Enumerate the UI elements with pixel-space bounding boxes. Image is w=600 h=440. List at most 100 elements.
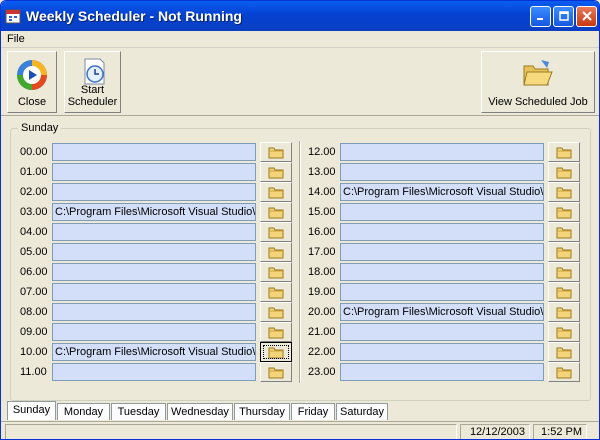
time-slot-path-field[interactable]: C:\Program Files\Microsoft Visual Studio… xyxy=(340,303,544,321)
browse-button[interactable] xyxy=(548,202,580,222)
browse-button[interactable] xyxy=(260,222,292,242)
minimize-icon xyxy=(536,18,543,20)
time-slot-path-field[interactable] xyxy=(340,263,544,281)
time-slot-path-field[interactable] xyxy=(340,203,544,221)
time-slot-path-field[interactable] xyxy=(52,223,256,241)
browse-button[interactable] xyxy=(548,322,580,342)
time-slot-hour: 03.00 xyxy=(20,206,48,218)
folder-icon xyxy=(268,347,284,358)
start-scheduler-button[interactable]: Start Scheduler xyxy=(64,51,121,113)
browse-button[interactable] xyxy=(548,362,580,382)
browse-button[interactable] xyxy=(260,242,292,262)
time-slot-path-field[interactable] xyxy=(340,363,544,381)
browse-button[interactable] xyxy=(548,242,580,262)
close-button-label: Close xyxy=(17,96,47,108)
time-slot-path-field[interactable] xyxy=(340,163,544,181)
tab-monday[interactable]: Monday xyxy=(57,403,110,420)
browse-button[interactable] xyxy=(260,362,292,382)
browse-button[interactable] xyxy=(548,282,580,302)
folder-icon xyxy=(268,187,284,198)
start-label-line2: Scheduler xyxy=(67,96,118,108)
tab-saturday[interactable]: Saturday xyxy=(336,403,388,420)
browse-button[interactable] xyxy=(548,262,580,282)
media-player-icon xyxy=(17,60,47,90)
browse-button[interactable] xyxy=(260,202,292,222)
browse-button[interactable] xyxy=(548,222,580,242)
browse-button[interactable] xyxy=(548,342,580,362)
browse-button[interactable] xyxy=(260,322,292,342)
browse-button[interactable] xyxy=(548,142,580,162)
time-slot-path-field[interactable] xyxy=(340,223,544,241)
menu-bar: File xyxy=(1,31,599,48)
browse-button[interactable] xyxy=(548,182,580,202)
time-slot-hour: 07.00 xyxy=(20,286,48,298)
tab-tuesday[interactable]: Tuesday xyxy=(111,403,166,420)
browse-button[interactable] xyxy=(260,342,292,362)
time-slot-path-field[interactable] xyxy=(52,303,256,321)
tab-thursday[interactable]: Thursday xyxy=(234,403,290,420)
browse-button[interactable] xyxy=(260,262,292,282)
time-slot-hour: 11.00 xyxy=(20,366,47,378)
browse-button[interactable] xyxy=(260,302,292,322)
time-slot-path-field[interactable] xyxy=(340,143,544,161)
minimize-button[interactable] xyxy=(530,5,551,27)
time-slot-hour: 15.00 xyxy=(308,206,336,218)
folder-icon xyxy=(556,167,572,178)
browse-button[interactable] xyxy=(548,162,580,182)
folder-icon xyxy=(268,287,284,298)
title-bar: Weekly Scheduler - Not Running xyxy=(1,1,599,31)
calendar-app-icon xyxy=(5,9,21,24)
column-separator xyxy=(299,141,301,383)
time-slot-hour: 18.00 xyxy=(308,266,336,278)
time-slot-path-field[interactable] xyxy=(52,243,256,261)
folder-icon xyxy=(556,187,572,198)
time-slot-row: 19.00 xyxy=(308,282,583,302)
time-slot-row: 06.00 xyxy=(20,262,295,282)
time-slot-path-field[interactable] xyxy=(340,323,544,341)
time-slot-path-field[interactable] xyxy=(52,323,256,341)
time-slot-path-field[interactable] xyxy=(52,163,256,181)
time-slot-hour: 23.00 xyxy=(308,366,336,378)
time-slot-path-field[interactable]: C:\Program Files\Microsoft Visual Studio… xyxy=(52,343,256,361)
browse-button[interactable] xyxy=(548,302,580,322)
time-slot-hour: 16.00 xyxy=(308,226,336,238)
folder-icon xyxy=(556,367,572,378)
time-slot-row: 21.00 xyxy=(308,322,583,342)
browse-button[interactable] xyxy=(260,142,292,162)
time-slot-path-field[interactable]: C:\Program Files\Microsoft Visual Studio… xyxy=(52,203,256,221)
folder-icon xyxy=(556,247,572,258)
folder-icon xyxy=(268,247,284,258)
time-slot-hour: 02.00 xyxy=(20,186,48,198)
time-slot-path-field[interactable] xyxy=(52,283,256,301)
time-slot-row: 05.00 xyxy=(20,242,295,262)
browse-button[interactable] xyxy=(260,182,292,202)
time-slot-path-field[interactable] xyxy=(52,183,256,201)
browse-button[interactable] xyxy=(260,162,292,182)
time-slot-path-field[interactable] xyxy=(340,243,544,261)
maximize-button[interactable] xyxy=(553,5,574,27)
time-slot-row: 11.00 xyxy=(20,362,295,382)
tab-sunday[interactable]: Sunday xyxy=(7,401,56,420)
time-slot-path-field[interactable] xyxy=(52,143,256,161)
time-slot-path-field[interactable] xyxy=(340,283,544,301)
time-slot-path-field[interactable] xyxy=(340,343,544,361)
close-button[interactable]: Close xyxy=(7,51,57,113)
time-slot-hour: 00.00 xyxy=(20,146,48,158)
view-scheduled-job-button[interactable]: View Scheduled Job xyxy=(481,51,595,113)
time-slot-path-field[interactable] xyxy=(52,263,256,281)
time-slot-hour: 14.00 xyxy=(308,186,336,198)
close-window-button[interactable] xyxy=(576,5,597,27)
time-slot-hour: 17.00 xyxy=(308,246,336,258)
menu-file[interactable]: File xyxy=(7,33,25,45)
status-time: 1:52 PM xyxy=(533,424,587,439)
browse-button[interactable] xyxy=(260,282,292,302)
tab-friday[interactable]: Friday xyxy=(291,403,335,420)
time-slot-hour: 09.00 xyxy=(20,326,48,338)
time-slot-path-field[interactable]: C:\Program Files\Microsoft Visual Studio… xyxy=(340,183,544,201)
open-folder-icon xyxy=(523,60,553,86)
time-slot-hour: 06.00 xyxy=(20,266,48,278)
status-bar: 12/12/2003 1:52 PM xyxy=(1,421,599,439)
clock-document-icon xyxy=(84,58,104,85)
tab-wednesday[interactable]: Wednesday xyxy=(167,403,233,420)
time-slot-path-field[interactable] xyxy=(52,363,256,381)
